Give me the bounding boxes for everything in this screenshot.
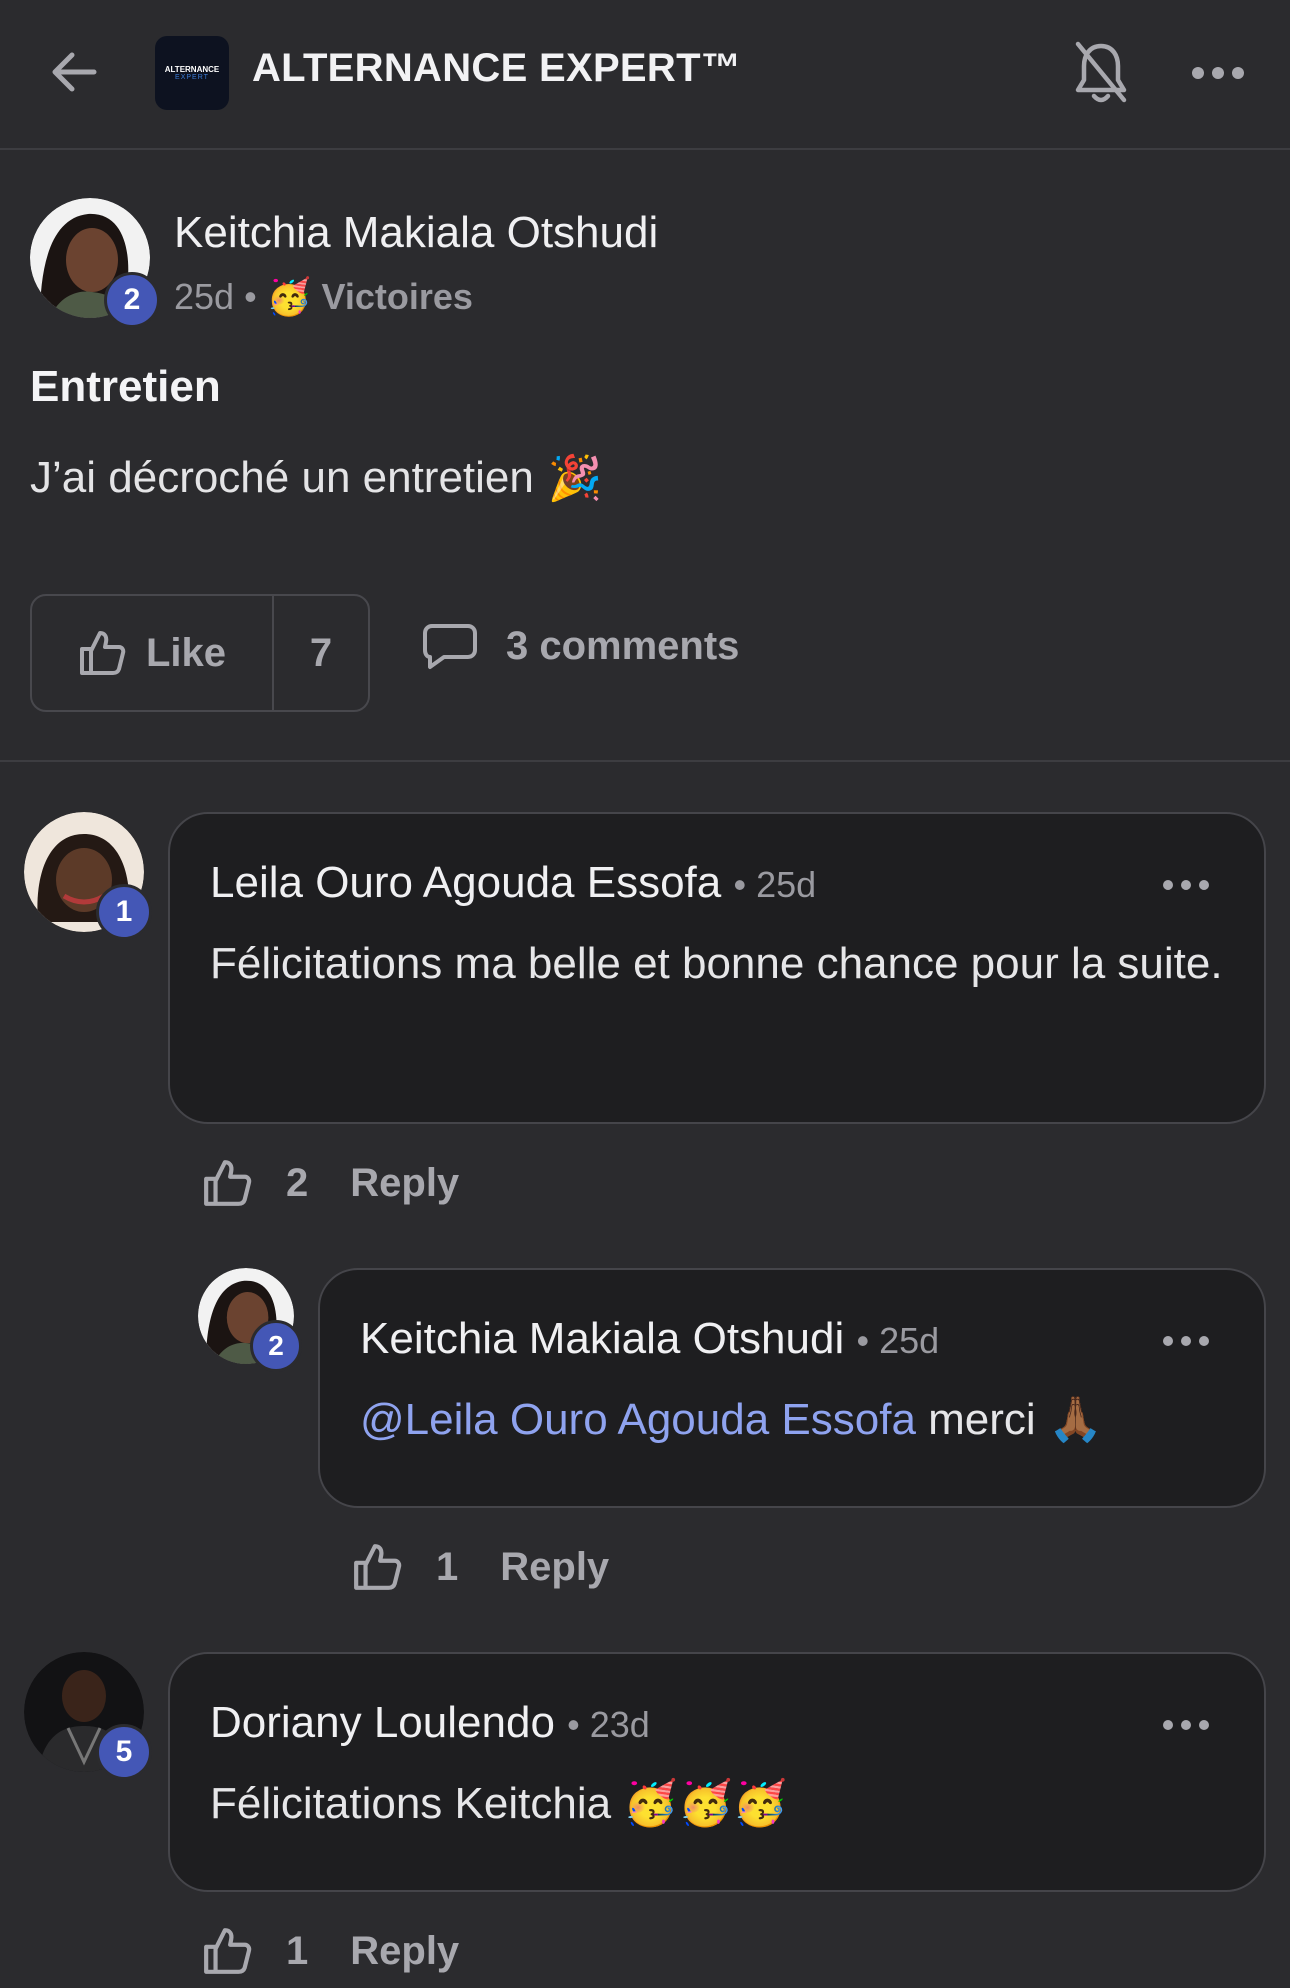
comment-author-name: Doriany Loulendo • 23d bbox=[210, 1698, 650, 1748]
reply-like-count: 1 bbox=[436, 1544, 459, 1589]
reply-time-sep: • bbox=[856, 1320, 880, 1361]
comments-button[interactable]: 3 comments bbox=[422, 622, 739, 670]
comment-time: 25d bbox=[756, 864, 817, 905]
community-title: ALTERNANCE EXPERT™ bbox=[252, 46, 742, 90]
category-emoji: 🥳 bbox=[266, 277, 312, 318]
more-horizontal-icon bbox=[1163, 1720, 1209, 1730]
comment-more-button[interactable] bbox=[1158, 870, 1214, 900]
separator-dot: • bbox=[244, 276, 257, 317]
post-author-name[interactable]: Keitchia Makiala Otshudi bbox=[174, 208, 658, 258]
comment-actions: 2 Reply bbox=[202, 1158, 459, 1208]
user-mention[interactable]: @Leila Ouro Agouda Essofa bbox=[360, 1395, 916, 1444]
comment-author-avatar[interactable]: 5 bbox=[24, 1652, 152, 1780]
reply-button[interactable]: Reply bbox=[350, 1929, 459, 1974]
post-time: 25d bbox=[174, 276, 235, 317]
comment-time-sep: • bbox=[567, 1704, 590, 1745]
thumbs-up-icon[interactable] bbox=[202, 1926, 252, 1976]
comment-text: Félicitations ma belle et bonne chance p… bbox=[210, 939, 1223, 988]
reply-text-content: merci bbox=[928, 1395, 1036, 1444]
reply-actions: 1 Reply bbox=[352, 1542, 609, 1592]
user-level-badge: 2 bbox=[250, 1320, 302, 1372]
user-level-badge: 1 bbox=[96, 884, 152, 940]
back-button[interactable] bbox=[44, 42, 104, 102]
reply-bubble: Keitchia Makiala Otshudi • 25d @Leila Ou… bbox=[318, 1268, 1266, 1508]
post-body: J’ai décroché un entretien 🎉 bbox=[30, 452, 603, 504]
comment-author[interactable]: Leila Ouro Agouda Essofa bbox=[210, 858, 721, 907]
comment-like-count: 2 bbox=[286, 1160, 309, 1205]
like-button[interactable]: Like bbox=[32, 596, 274, 710]
reply-text: @Leila Ouro Agouda Essofa merci 🙏🏾 bbox=[360, 1384, 1240, 1456]
comment-time: 23d bbox=[589, 1704, 650, 1745]
comments-count-label: 3 comments bbox=[506, 623, 740, 668]
like-group: Like 7 bbox=[30, 594, 370, 712]
reply-button[interactable]: Reply bbox=[500, 1545, 609, 1590]
reply-author-name: Keitchia Makiala Otshudi • 25d bbox=[360, 1314, 939, 1364]
post: 2 Keitchia Makiala Otshudi 25d • 🥳 Victo… bbox=[0, 152, 1290, 762]
thumbs-up-icon[interactable] bbox=[202, 1158, 252, 1208]
arrow-left-icon bbox=[52, 52, 97, 92]
comment-time-sep: • bbox=[733, 864, 757, 905]
post-meta: 25d • 🥳 Victoires bbox=[174, 276, 473, 318]
more-horizontal-icon bbox=[1163, 880, 1209, 890]
notifications-button[interactable] bbox=[1070, 38, 1132, 108]
comment-icon bbox=[423, 624, 477, 669]
top-bar: ALTERNANCE EXPERT ALTERNANCE EXPERT™ bbox=[0, 0, 1290, 150]
comment-author-name: Leila Ouro Agouda Essofa • 25d bbox=[210, 858, 816, 908]
community-logo: ALTERNANCE EXPERT bbox=[155, 36, 229, 110]
like-count[interactable]: 7 bbox=[274, 596, 368, 710]
reply-time: 25d bbox=[879, 1320, 940, 1361]
thumbs-up-icon[interactable] bbox=[352, 1542, 402, 1592]
comment-author[interactable]: Doriany Loulendo bbox=[210, 1698, 555, 1747]
bell-off-icon bbox=[1075, 41, 1127, 103]
post-category[interactable]: Victoires bbox=[322, 276, 473, 318]
post-author-avatar[interactable]: 2 bbox=[30, 198, 160, 328]
post-title: Entretien bbox=[30, 362, 221, 411]
logo-text-line2: EXPERT bbox=[175, 74, 209, 81]
more-options-button[interactable] bbox=[1190, 50, 1246, 96]
thumbs-up-icon bbox=[79, 631, 126, 675]
logo-text-line1: ALTERNANCE bbox=[164, 65, 220, 74]
comment-like-count: 1 bbox=[286, 1928, 309, 1973]
comment-text-content: Félicitations Keitchia bbox=[210, 1779, 612, 1828]
comment-bubble: Doriany Loulendo • 23d Félicitations Kei… bbox=[168, 1652, 1266, 1892]
reply-more-button[interactable] bbox=[1158, 1326, 1214, 1356]
partying-face-emoji: 🥳🥳🥳 bbox=[623, 1778, 788, 1829]
comment-author-avatar[interactable]: 1 bbox=[24, 812, 152, 940]
comment-more-button[interactable] bbox=[1158, 1710, 1214, 1740]
party-popper-emoji: 🎉 bbox=[547, 453, 603, 504]
reply-author-avatar[interactable]: 2 bbox=[198, 1268, 302, 1372]
user-level-badge: 5 bbox=[96, 1724, 152, 1780]
like-label: Like bbox=[145, 630, 227, 675]
reply-author[interactable]: Keitchia Makiala Otshudi bbox=[360, 1314, 844, 1363]
folded-hands-emoji: 🙏🏾 bbox=[1047, 1394, 1103, 1445]
comment-text: Félicitations Keitchia 🥳🥳🥳 bbox=[210, 1768, 1230, 1840]
user-level-badge: 2 bbox=[104, 272, 160, 328]
reply-button[interactable]: Reply bbox=[350, 1161, 459, 1206]
more-horizontal-icon bbox=[1163, 1336, 1209, 1346]
comment-actions: 1 Reply bbox=[202, 1926, 459, 1976]
comment-bubble: Leila Ouro Agouda Essofa • 25d Félicitat… bbox=[168, 812, 1266, 1124]
post-body-text: J’ai décroché un entretien bbox=[30, 453, 534, 502]
more-horizontal-icon bbox=[1192, 67, 1244, 79]
